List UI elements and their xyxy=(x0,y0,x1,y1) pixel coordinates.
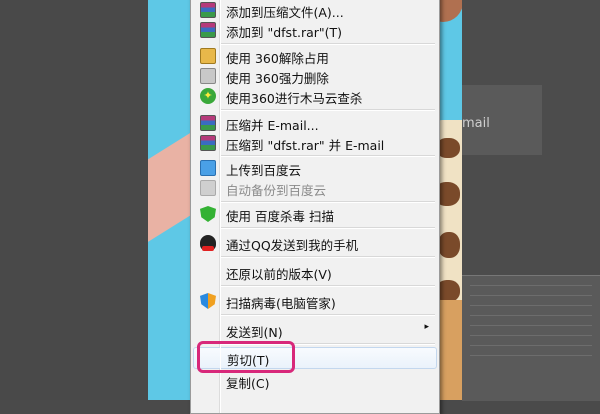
annotation-highlight-box xyxy=(197,341,295,373)
menu-item-compress-email[interactable]: 压缩并 E-mail... xyxy=(193,113,437,133)
360-unlock-icon xyxy=(200,48,216,64)
baidu-cloud-icon xyxy=(200,180,216,196)
menu-item-restore-previous-versions[interactable]: 还原以前的版本(V) xyxy=(193,262,437,282)
menu-separator xyxy=(221,314,435,316)
menu-item-label: 使用 百度杀毒 扫描 xyxy=(226,209,334,224)
360-delete-icon xyxy=(200,68,216,84)
menu-item-360-delete[interactable]: 使用 360强力删除 xyxy=(193,66,437,86)
baidu-antivirus-icon xyxy=(200,206,216,222)
menu-item-360-unlock[interactable]: 使用 360解除占用 xyxy=(193,46,437,66)
menu-separator xyxy=(221,227,435,229)
360-scan-icon: ✦ xyxy=(200,88,216,104)
menu-item-label: 使用 360解除占用 xyxy=(226,51,329,66)
menu-item-copy[interactable]: 复制(C) xyxy=(193,371,437,391)
menu-item-label: 还原以前的版本(V) xyxy=(226,267,332,282)
menu-item-label: 扫描病毒(电脑管家) xyxy=(226,296,336,311)
menu-item-label: 使用 360强力删除 xyxy=(226,71,329,86)
menu-item-scan-virus-pc-manager[interactable]: 扫描病毒(电脑管家) xyxy=(193,291,437,311)
menu-item-label: 使用360进行木马云查杀 xyxy=(226,91,363,106)
background-window xyxy=(462,275,600,401)
menu-item-upload-baidu-cloud[interactable]: 上传到百度云 xyxy=(193,158,437,178)
menu-item-label: 压缩到 "dfst.rar" 并 E-mail xyxy=(226,138,385,153)
menu-item-360-trojan-scan[interactable]: ✦ 使用360进行木马云查杀 xyxy=(193,86,437,106)
menu-item-label: 复制(C) xyxy=(226,376,270,391)
menu-separator xyxy=(221,285,435,287)
menu-item-add-to-dfst-rar[interactable]: 添加到 "dfst.rar"(T) xyxy=(193,20,437,40)
tencent-manager-icon xyxy=(200,293,216,309)
menu-item-send-to[interactable]: 发送到(N) ▸ xyxy=(193,320,437,340)
menu-item-label: 压缩并 E-mail... xyxy=(226,118,319,133)
background-left xyxy=(0,0,148,400)
winrar-icon xyxy=(200,2,216,18)
menu-item-auto-backup-baidu-cloud: 自动备份到百度云 xyxy=(193,178,437,198)
winrar-icon xyxy=(200,135,216,151)
background-document-text: mail xyxy=(462,116,490,131)
menu-item-baidu-antivirus-scan[interactable]: 使用 百度杀毒 扫描 xyxy=(193,204,437,224)
menu-separator xyxy=(221,256,435,258)
winrar-icon xyxy=(200,115,216,131)
menu-item-label: 添加到 "dfst.rar"(T) xyxy=(226,25,343,40)
menu-separator xyxy=(221,201,435,203)
winrar-icon xyxy=(200,22,216,38)
menu-separator xyxy=(221,155,435,157)
menu-separator xyxy=(221,109,435,111)
menu-item-label: 自动备份到百度云 xyxy=(226,183,327,198)
menu-item-label: 添加到压缩文件(A)... xyxy=(226,5,344,20)
baidu-cloud-icon xyxy=(200,160,216,176)
menu-item-label: 通过QQ发送到我的手机 xyxy=(226,238,359,253)
menu-separator xyxy=(221,43,435,45)
menu-item-add-to-archive[interactable]: 添加到压缩文件(A)... xyxy=(193,0,437,20)
submenu-arrow-icon: ▸ xyxy=(424,322,429,332)
menu-item-qq-send-to-phone[interactable]: 通过QQ发送到我的手机 xyxy=(193,233,437,253)
qq-icon xyxy=(200,235,216,251)
menu-item-label: 发送到(N) xyxy=(226,325,283,340)
menu-item-label: 上传到百度云 xyxy=(226,163,302,178)
menu-item-compress-dfst-email[interactable]: 压缩到 "dfst.rar" 并 E-mail xyxy=(193,133,437,153)
